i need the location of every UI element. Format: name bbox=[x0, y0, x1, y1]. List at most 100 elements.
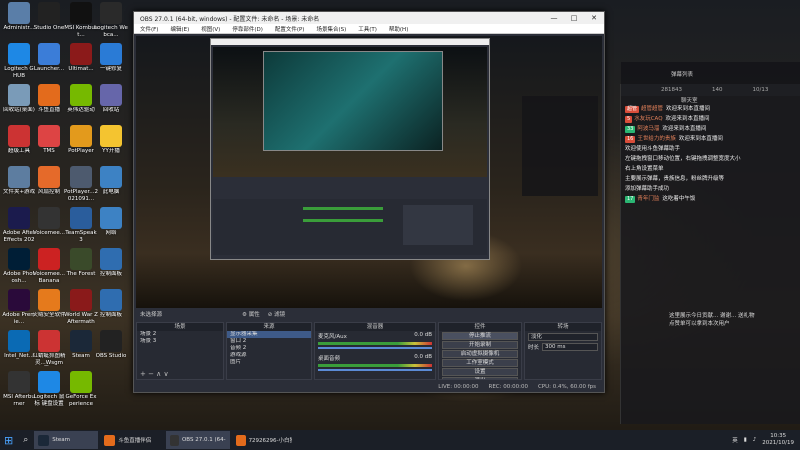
desktop-icon[interactable]: Steam bbox=[64, 330, 98, 360]
desktop-icon[interactable]: 控制面板 bbox=[94, 289, 128, 319]
chat-text: 主要展示弹幕，贵族信息，粉丝牌升级等 bbox=[625, 176, 725, 182]
desktop-icon[interactable]: Intel_Net... bbox=[2, 330, 36, 360]
maximize-button[interactable]: □ bbox=[564, 14, 584, 22]
exit-button[interactable]: 退出 bbox=[442, 377, 518, 379]
desktop-icon[interactable]: 回收站 bbox=[94, 84, 128, 114]
start-recording-button[interactable]: 开始录制 bbox=[442, 341, 518, 349]
desktop-icon[interactable]: 超级工具 bbox=[2, 125, 36, 155]
source-item[interactable]: 显示器采集 bbox=[227, 331, 311, 338]
taskbar-app[interactable]: 斗鱼直播伴侣 bbox=[100, 431, 164, 449]
stop-streaming-button[interactable]: 停止推流 bbox=[442, 332, 518, 340]
desktop-icon[interactable]: 一键修复 bbox=[94, 43, 128, 73]
desktop-icon[interactable]: Logitech Webca... bbox=[94, 2, 128, 38]
desktop-icon[interactable]: 红蜻蜓抓图精灵...Wsgm (无...) bbox=[32, 330, 66, 366]
scene-item[interactable]: 场景 2 bbox=[137, 331, 223, 338]
duration-input[interactable]: 300 ms bbox=[542, 343, 598, 351]
minimize-button[interactable]: — bbox=[544, 14, 564, 22]
transition-select[interactable]: 淡化 bbox=[528, 333, 598, 341]
properties-button[interactable]: ⚙ 属性 bbox=[242, 310, 260, 318]
desktop-icon[interactable]: TeamSpeak 3 bbox=[64, 207, 98, 243]
desktop-icon[interactable]: 火绒安全软件 bbox=[32, 289, 66, 319]
chat-message-list: 超管 超管超管 欢迎来到本直播间 5 水友玩CAQ 欢迎来到本直播间 33 阿波马溜 欢迎来到本… bbox=[621, 104, 800, 204]
source-item[interactable]: 游戏源 bbox=[227, 352, 311, 359]
taskbar-app[interactable]: OBS 27.0.1 (64-bit... bbox=[166, 431, 231, 449]
desktop-icon-label: YY开播 bbox=[102, 148, 120, 154]
menu-help[interactable]: 帮助(H) bbox=[383, 25, 414, 33]
app-icon bbox=[170, 434, 179, 446]
volume-icon[interactable]: ♪ bbox=[753, 437, 757, 443]
source-item[interactable]: 音频 2 bbox=[227, 345, 311, 352]
desktop-icon[interactable]: MSI Afterburner bbox=[2, 371, 36, 407]
desktop-icon[interactable]: Adobe After Effects 2020 bbox=[2, 207, 36, 243]
studio-mode-button[interactable]: 工作室模式 bbox=[442, 359, 518, 367]
menu-profile[interactable]: 配置文件(P) bbox=[269, 25, 311, 33]
desktop-icon[interactable]: Administr... bbox=[2, 2, 36, 32]
desktop-icon[interactable]: 英伟达驱动 bbox=[64, 84, 98, 114]
menu-tools[interactable]: 工具(T) bbox=[352, 25, 383, 33]
desktop-icon[interactable]: 控制面板 bbox=[94, 248, 128, 278]
desktop-icon[interactable]: World War Z Aftermath bbox=[64, 289, 98, 325]
desktop-icon[interactable]: PotPlayer bbox=[64, 125, 98, 155]
app-icon bbox=[8, 371, 30, 393]
scene-add-remove-controls[interactable]: + − ∧ ∨ bbox=[140, 370, 169, 378]
mixer-channel-name: 桌面音频 bbox=[318, 356, 341, 362]
chat-username[interactable]: 超管超管 bbox=[641, 106, 663, 112]
desktop-icon[interactable]: TMS bbox=[32, 125, 66, 155]
desktop-icon[interactable]: Logitech G HUB bbox=[2, 43, 36, 79]
start-button[interactable]: ⊞ bbox=[0, 431, 17, 449]
filters-button[interactable]: ⊘ 滤镜 bbox=[268, 310, 285, 318]
taskbar-app[interactable]: Steam bbox=[34, 431, 99, 449]
app-icon bbox=[38, 434, 50, 446]
menu-edit[interactable]: 编辑(E) bbox=[164, 25, 195, 33]
chat-username[interactable]: 水友玩CAQ bbox=[634, 116, 662, 122]
mixer-channel-name: 麦克风/Aux bbox=[318, 334, 347, 340]
search-icon[interactable]: ⌕ bbox=[19, 431, 32, 449]
desktop-icon[interactable]: 斗鱼直播 bbox=[32, 84, 66, 114]
menu-file[interactable]: 文件(F) bbox=[134, 25, 164, 33]
desktop-icon[interactable]: Adobe Premie... bbox=[2, 289, 36, 325]
menu-docks[interactable]: 停靠部件(D) bbox=[226, 25, 269, 33]
desktop-icon[interactable]: Ultimat... bbox=[64, 43, 98, 73]
desktop-icon[interactable]: YY开播 bbox=[94, 125, 128, 155]
desktop-icon[interactable]: OBS Studio bbox=[94, 330, 128, 360]
scene-item[interactable]: 场景 3 bbox=[137, 338, 223, 345]
desktop-icon[interactable]: The Forest bbox=[64, 248, 98, 278]
volume-slider[interactable] bbox=[318, 347, 432, 349]
chat-username[interactable]: 青年门监 bbox=[637, 196, 659, 202]
desktop-icon[interactable]: 风扇控制 bbox=[32, 166, 66, 196]
desktop-icon[interactable]: MSI Kombust... bbox=[64, 2, 98, 38]
desktop-icon[interactable]: Voicemee... Banana bbox=[32, 248, 66, 284]
desktop-icon[interactable]: Adobe Photosh... bbox=[2, 248, 36, 284]
clock[interactable]: 10:35 2021/10/19 bbox=[762, 433, 794, 447]
chat-username[interactable]: 王世给力的贵族 bbox=[637, 136, 676, 142]
network-icon[interactable]: ▮ bbox=[744, 437, 747, 443]
menu-scene-collection[interactable]: 场景集合(S) bbox=[310, 25, 352, 33]
volume-slider[interactable] bbox=[318, 369, 432, 371]
desktop-icon[interactable]: 网络 bbox=[94, 207, 128, 237]
desktop-icon[interactable]: 回收站(桌面) bbox=[2, 84, 36, 114]
desktop-icon[interactable]: Logitech 鼠标 键盘设置 bbox=[32, 371, 66, 407]
viewer-count: 281843 bbox=[661, 87, 682, 93]
input-method[interactable]: 英 bbox=[732, 436, 738, 444]
obs-preview[interactable] bbox=[136, 36, 602, 308]
chat-tab[interactable]: 聊天室 bbox=[621, 96, 800, 104]
desktop-icon[interactable]: Studio One bbox=[32, 2, 66, 32]
desktop-icon[interactable]: PotPlayer...2021091... bbox=[64, 166, 98, 202]
desktop-icon[interactable]: 文件夹+游戏 bbox=[2, 166, 36, 196]
close-button[interactable]: ✕ bbox=[584, 14, 604, 22]
source-item[interactable]: 图片 bbox=[227, 359, 311, 366]
chat-text: 右上角设置菜单 bbox=[625, 166, 664, 172]
menu-view[interactable]: 视图(V) bbox=[195, 25, 226, 33]
desktop-icon-label: Logitech 鼠标 键盘设置 bbox=[33, 394, 65, 407]
source-item[interactable]: 窗口 2 bbox=[227, 338, 311, 345]
chat-username[interactable]: 阿波马溜 bbox=[637, 126, 659, 132]
virtual-camera-button[interactable]: 启动虚拟摄像机 bbox=[442, 350, 518, 358]
settings-button[interactable]: 设置 bbox=[442, 368, 518, 376]
desktop-icon[interactable]: GeForce Experience bbox=[64, 371, 98, 407]
chat-text: 左键拖拽窗口移动位置，右键拖拽调整宽度大小 bbox=[625, 156, 741, 162]
obs-menu-bar: 文件(F) 编辑(E) 视图(V) 停靠部件(D) 配置文件(P) 场景集合(S… bbox=[134, 24, 604, 34]
desktop-icon[interactable]: Launcher... bbox=[32, 43, 66, 73]
taskbar-app[interactable]: 72926296-小白独... bbox=[232, 431, 296, 449]
desktop-icon[interactable]: 此电脑 bbox=[94, 166, 128, 196]
desktop-icon[interactable]: Voicemee... bbox=[32, 207, 66, 237]
